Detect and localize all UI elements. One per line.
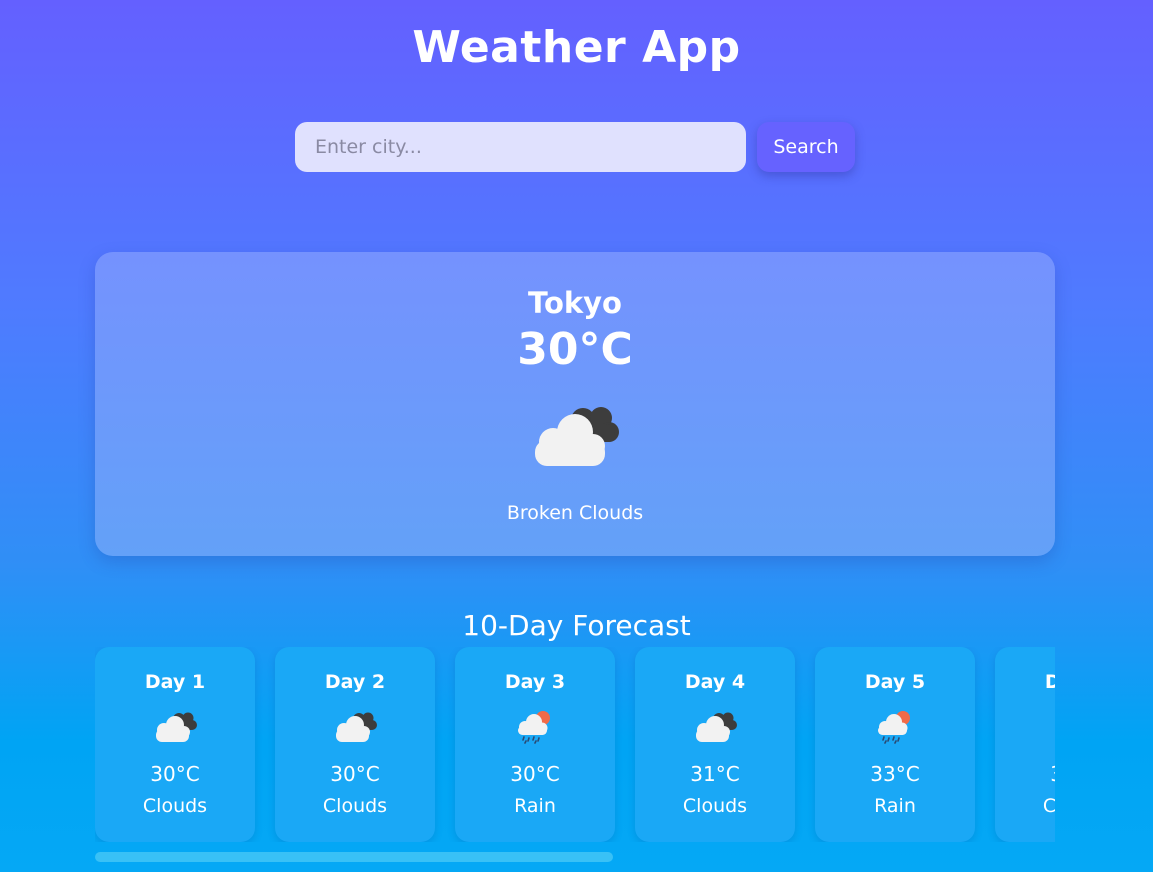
forecast-day-name: Day 2 — [324, 671, 386, 693]
forecast-row: Day 1 30°C Clouds Day 2 30°C Clouds Day 3 30°C R… — [95, 647, 1055, 842]
current-weather-card: Tokyo 30°C Broken Clouds — [95, 252, 1055, 556]
forecast-day-condition: Rain — [874, 795, 916, 817]
forecast-day-temperature: 30°C — [510, 762, 560, 786]
forecast-day-card: Day 3 30°C Rain — [455, 647, 615, 842]
forecast-day-name: Day 4 — [684, 671, 746, 693]
forecast-day-condition: Clouds — [142, 795, 208, 817]
clouds-icon — [1053, 710, 1055, 744]
search-button[interactable]: Search — [757, 122, 855, 172]
scrollbar-thumb[interactable] — [95, 852, 613, 862]
forecast-day-condition: Clouds — [1042, 795, 1055, 817]
forecast-scrollbar[interactable] — [95, 852, 1055, 862]
city-name: Tokyo — [528, 286, 622, 320]
clouds-icon — [333, 710, 377, 744]
forecast-day-temperature: 32°C — [995, 762, 1055, 786]
forecast-day-card: Day 6 32°C Clouds — [995, 647, 1055, 842]
forecast-day-condition: Clouds — [682, 795, 748, 817]
search-bar: Search — [295, 122, 855, 172]
forecast-day-card: Day 5 33°C Rain — [815, 647, 975, 842]
rain-icon — [513, 710, 557, 744]
app-title: Weather App — [412, 22, 741, 73]
forecast-day-condition: Clouds — [322, 795, 388, 817]
clouds-icon — [153, 710, 197, 744]
forecast-day-name: Day 5 — [864, 671, 926, 693]
forecast-day-card: Day 1 30°C Clouds — [95, 647, 255, 842]
city-search-input[interactable] — [295, 122, 746, 172]
forecast-day-temperature: 30°C — [330, 762, 380, 786]
rain-icon — [873, 710, 917, 744]
forecast-day-card: Day 2 30°C Clouds — [275, 647, 435, 842]
weather-description: Broken Clouds — [506, 502, 644, 524]
forecast-scroll-area[interactable]: Day 1 30°C Clouds Day 2 30°C Clouds Day 3 30°C R… — [95, 647, 1055, 842]
forecast-day-temperature: 31°C — [690, 762, 740, 786]
forecast-day-name: Day 1 — [144, 671, 206, 693]
forecast-title: 10-Day Forecast — [462, 609, 691, 643]
forecast-day-name: Day 6 — [1044, 671, 1055, 693]
broken-clouds-icon — [535, 407, 619, 466]
current-temperature: 30°C — [517, 324, 633, 375]
forecast-day-temperature: 30°C — [150, 762, 200, 786]
clouds-icon — [693, 710, 737, 744]
forecast-day-temperature: 33°C — [870, 762, 920, 786]
forecast-day-card: Day 4 31°C Clouds — [635, 647, 795, 842]
forecast-day-condition: Rain — [514, 795, 556, 817]
forecast-day-name: Day 3 — [504, 671, 566, 693]
